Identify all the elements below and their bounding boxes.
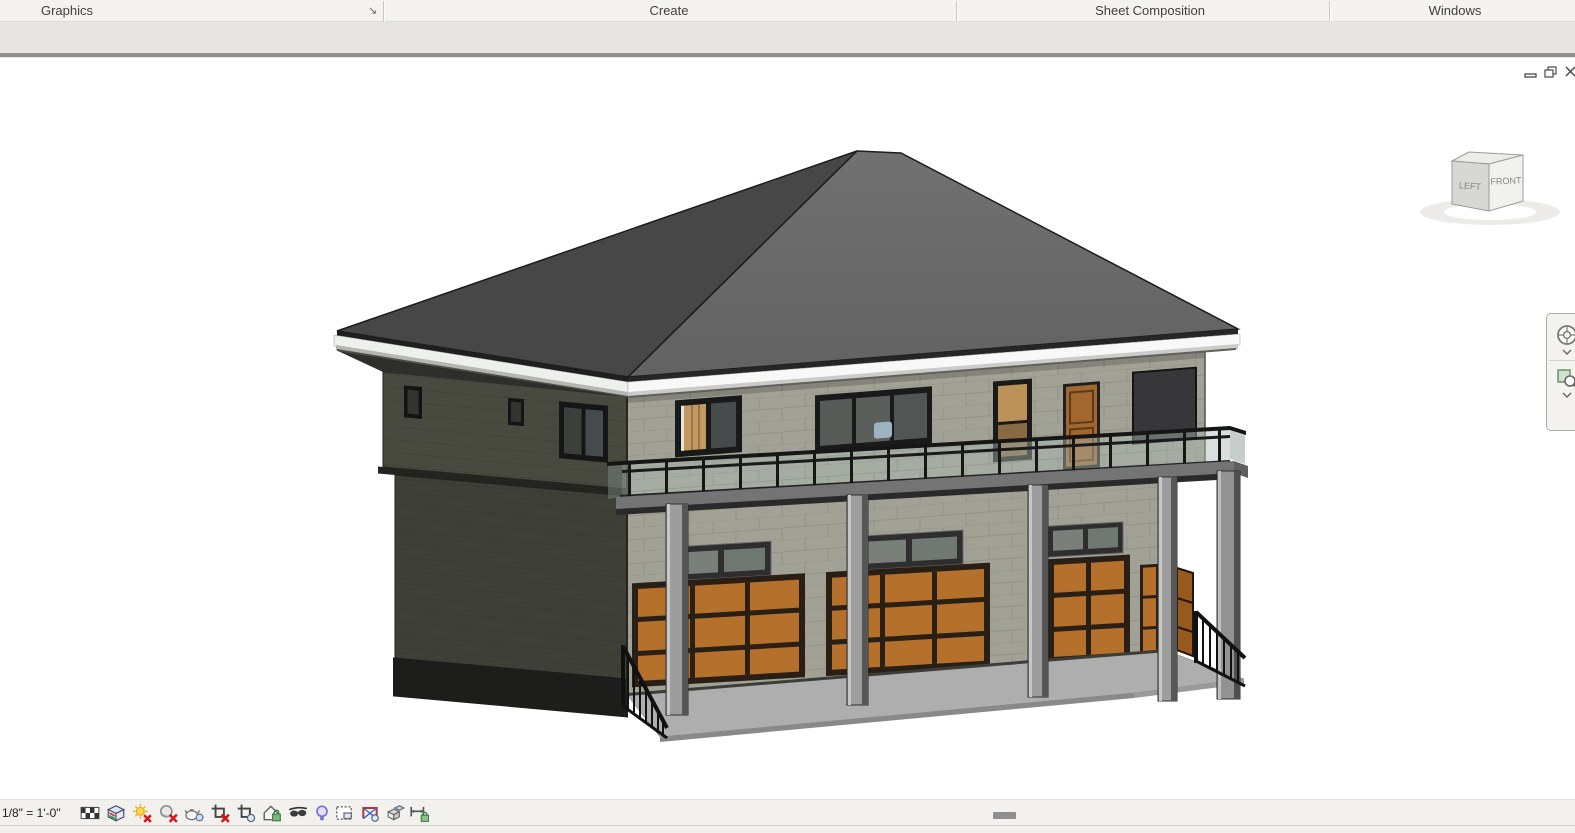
column-4[interactable] <box>1158 477 1177 701</box>
view-window-controls <box>1524 66 1575 78</box>
column-1[interactable] <box>666 504 688 715</box>
ribbon-panel-sheet-composition[interactable]: Sheet Composition <box>1095 3 1205 18</box>
ribbon-panel-label-row: Graphics Create Sheet Composition Window… <box>0 0 1575 22</box>
reveal-constraints-icon[interactable] <box>409 803 429 823</box>
viewcube-left-label[interactable]: LEFT <box>1459 180 1482 192</box>
reveal-hidden-elements-icon[interactable] <box>312 803 332 823</box>
garage-door-1[interactable] <box>632 573 805 687</box>
column-3[interactable] <box>1028 485 1048 697</box>
side-window-small-2[interactable] <box>508 398 524 426</box>
drawing-area[interactable]: LEFT FRONT <box>0 58 1575 799</box>
navigation-bar <box>1546 313 1575 431</box>
column-2[interactable] <box>847 495 868 705</box>
upper-window-wide[interactable] <box>815 386 932 452</box>
zoom-icon <box>1555 366 1575 390</box>
show-crop-region-icon[interactable] <box>236 803 256 823</box>
garage-door-3[interactable] <box>1048 554 1130 663</box>
view-control-bar: 1/8" = 1'-0" <box>0 799 1575 826</box>
side-window-small-1[interactable] <box>404 385 422 419</box>
house-3d-model[interactable]: LEFT FRONT <box>0 58 1575 799</box>
visual-style-icon[interactable] <box>106 803 126 823</box>
ribbon-panel-windows[interactable]: Windows <box>1429 3 1482 18</box>
detail-level-icon[interactable] <box>80 803 100 823</box>
zoom-tool-button[interactable] <box>1547 365 1575 391</box>
graphics-dialog-launcher-icon[interactable]: ↘ <box>368 4 377 17</box>
view-close-button[interactable] <box>1565 66 1575 78</box>
view-restore-button[interactable] <box>1544 66 1558 78</box>
steering-wheel-icon <box>1555 323 1575 347</box>
ribbon-panel-graphics[interactable]: Graphics <box>41 3 93 18</box>
zoom-dropdown[interactable] <box>1547 391 1575 399</box>
garage-transom-window-3[interactable] <box>1047 522 1123 557</box>
displacement-sets-icon[interactable] <box>386 803 406 823</box>
steering-wheel-button[interactable] <box>1547 322 1575 348</box>
porch-door-side[interactable] <box>1177 568 1193 656</box>
viewcube[interactable]: LEFT FRONT <box>1420 152 1560 225</box>
sun-path-icon[interactable] <box>132 803 152 823</box>
navbar-divider <box>1549 360 1575 361</box>
rendering-dialog-icon[interactable] <box>184 803 204 823</box>
horizontal-scrollbar-thumb[interactable] <box>993 812 1016 819</box>
temporary-hide-isolate-icon[interactable] <box>288 803 308 823</box>
viewcube-front-label[interactable]: FRONT <box>1490 175 1522 187</box>
garage-transom-window-2[interactable] <box>855 530 963 570</box>
upper-window-pair[interactable] <box>675 395 742 457</box>
temporary-view-properties-icon[interactable] <box>334 803 354 823</box>
steering-wheel-dropdown[interactable] <box>1547 348 1575 356</box>
revit-application-window: { "ribbon": { "panels": [ {"label": "Gra… <box>0 0 1575 832</box>
locked-3d-view-icon[interactable] <box>262 803 282 823</box>
view-scale-button[interactable]: 1/8" = 1'-0" <box>2 806 61 820</box>
chevron-down-icon <box>1562 349 1572 355</box>
corner-post[interactable] <box>1217 471 1240 699</box>
ribbon-body <box>0 22 1575 53</box>
chevron-down-icon <box>1562 392 1572 398</box>
ribbon-panel-create[interactable]: Create <box>649 3 688 18</box>
crop-view-icon[interactable] <box>210 803 230 823</box>
side-window-double[interactable] <box>559 401 608 462</box>
left-side-wall[interactable] <box>378 372 628 718</box>
porch-door-front[interactable] <box>1140 564 1159 658</box>
view-minimize-button[interactable] <box>1524 66 1537 78</box>
shadows-icon[interactable] <box>158 803 178 823</box>
analytical-model-icon[interactable] <box>360 803 380 823</box>
